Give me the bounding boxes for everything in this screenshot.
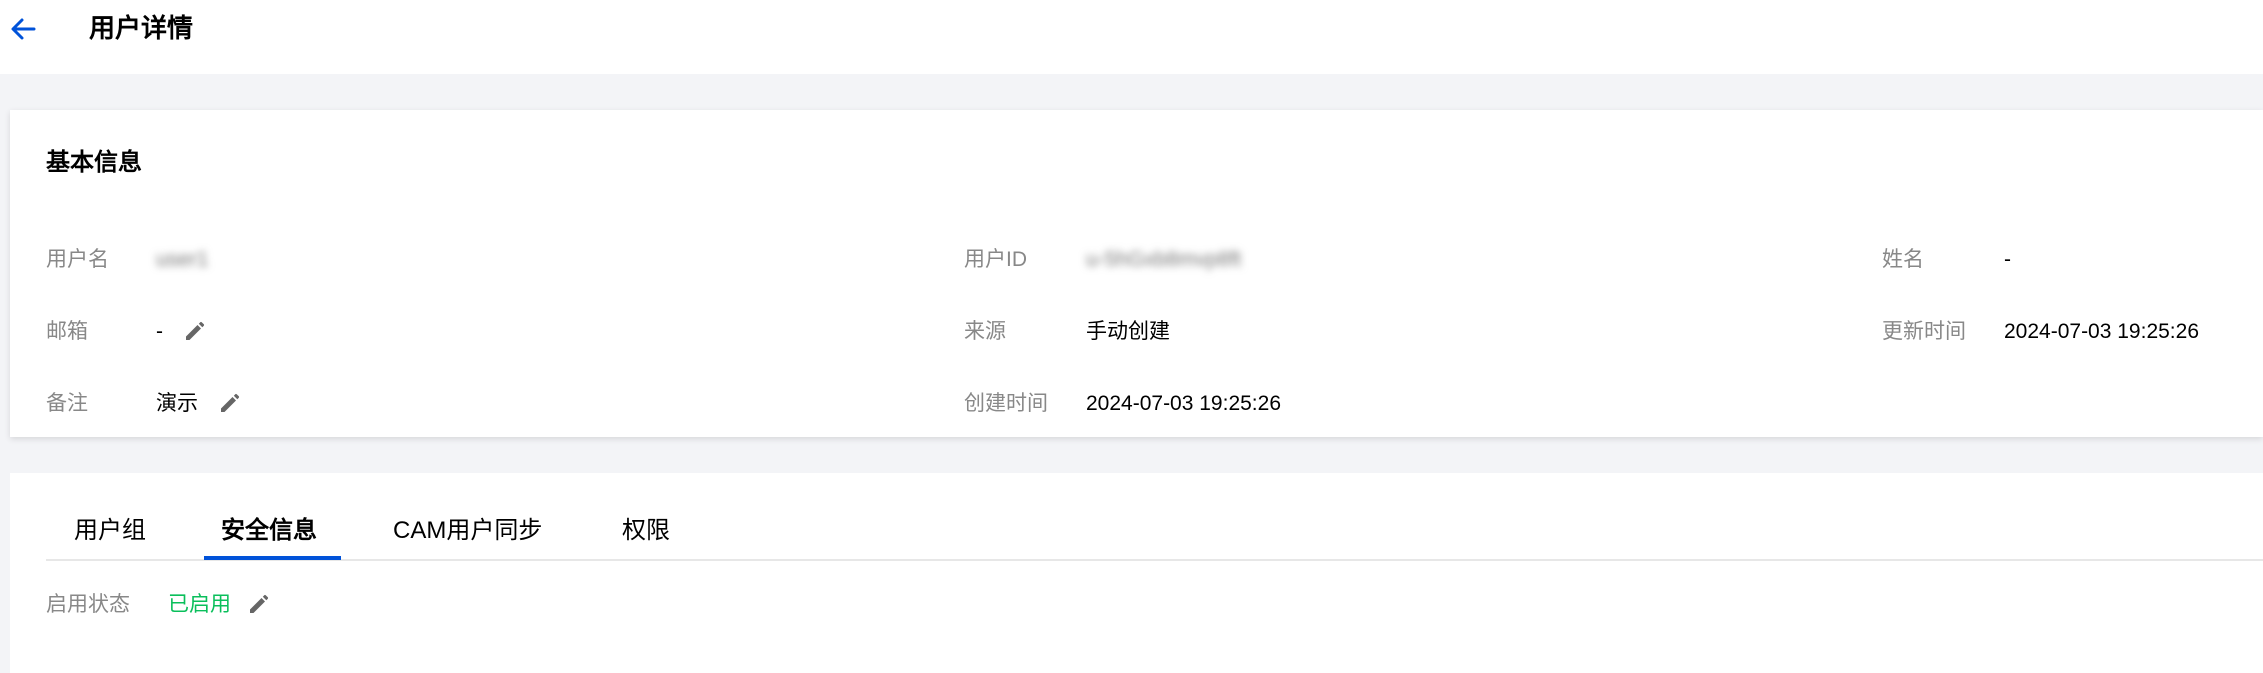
field-source: 来源 手动创建 [964, 314, 1664, 350]
email-value: - [156, 320, 163, 343]
section-title-basic-info: 基本信息 [46, 149, 142, 176]
updated-time-value: 2024-07-03 19:25:26 [2004, 320, 2199, 343]
email-label: 邮箱 [46, 320, 88, 343]
remark-value: 演示 [156, 392, 198, 415]
pencil-icon[interactable] [218, 393, 240, 415]
enable-status-label: 启用状态 [46, 593, 130, 616]
updated-time-label: 更新时间 [1882, 320, 1966, 343]
arrow-left-icon[interactable] [6, 12, 40, 46]
field-created-time: 创建时间 2024-07-03 19:25:26 [964, 386, 1664, 422]
tab-permissions[interactable]: 权限 [622, 509, 670, 553]
detail-tabs-card: 用户组 安全信息 CAM用户同步 权限 启用状态 已启用 [10, 473, 2263, 673]
email-value-wrap: - [156, 314, 205, 350]
basic-info-card: 基本信息 用户名 user1 用户ID u-5hGxb8mvp8ft 姓名 - … [10, 110, 2263, 437]
enable-status-value: 已启用 [168, 593, 231, 616]
field-user-id: 用户ID u-5hGxb8mvp8ft [964, 242, 1664, 278]
field-remark: 备注 演示 [46, 386, 746, 422]
field-updated-time: 更新时间 2024-07-03 19:25:26 [1882, 314, 2262, 350]
created-time-value: 2024-07-03 19:25:26 [1086, 392, 1281, 415]
name-label: 姓名 [1882, 248, 1924, 271]
user-id-label: 用户ID [964, 248, 1027, 271]
tab-cam-user-sync[interactable]: CAM用户同步 [393, 509, 542, 553]
created-time-label: 创建时间 [964, 392, 1048, 415]
field-name: 姓名 - [1882, 242, 2262, 278]
remark-label: 备注 [46, 392, 88, 415]
source-value: 手动创建 [1086, 320, 1170, 343]
tab-bar: 用户组 安全信息 CAM用户同步 权限 [46, 509, 2263, 561]
page-title: 用户详情 [89, 13, 194, 43]
enable-status-value-wrap: 已启用 [168, 587, 269, 623]
username-value: user1 [156, 248, 209, 271]
field-username: 用户名 user1 [46, 242, 746, 278]
top-bar: 用户详情 [0, 0, 2263, 74]
field-email: 邮箱 - [46, 314, 746, 350]
active-tab-indicator [204, 556, 341, 560]
pencil-icon[interactable] [247, 594, 269, 616]
tab-user-groups[interactable]: 用户组 [74, 509, 146, 553]
name-value: - [2004, 248, 2011, 271]
pencil-icon[interactable] [183, 321, 205, 343]
remark-value-wrap: 演示 [156, 386, 240, 422]
user-id-value: u-5hGxb8mvp8ft [1086, 248, 1242, 271]
username-label: 用户名 [46, 248, 109, 271]
tab-security-info[interactable]: 安全信息 [221, 509, 317, 553]
source-label: 来源 [964, 320, 1006, 343]
